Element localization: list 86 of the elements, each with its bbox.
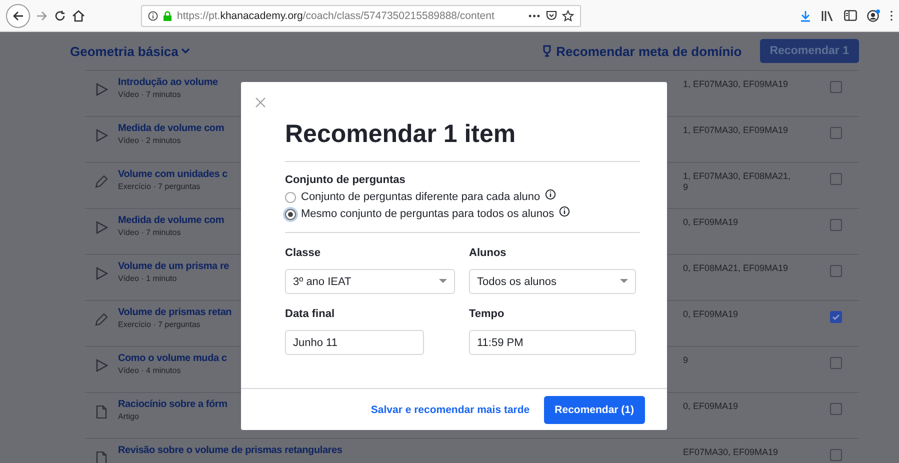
content-title[interactable]: Medida de volume com xyxy=(118,123,224,134)
star-icon[interactable] xyxy=(562,10,574,22)
recommend-submit-button[interactable]: Recomendar (1) xyxy=(544,396,645,424)
input-field[interactable]: Junho 11 xyxy=(285,330,424,355)
reload-icon[interactable] xyxy=(54,10,66,22)
standards-text: EF07MA30, EF09MA19 xyxy=(683,447,778,458)
checkmark-icon xyxy=(831,312,841,322)
play-icon xyxy=(96,221,108,234)
standards-text: 0, EF09MA19 xyxy=(683,309,738,320)
select-field[interactable]: Todos os alunos xyxy=(469,269,636,294)
row-checkbox[interactable] xyxy=(830,81,842,93)
field-label: Conjunto de perguntas xyxy=(285,174,406,186)
radio-option[interactable]: Conjunto de perguntas diferente para cada aluno xyxy=(285,191,540,203)
dialog-title: Recomendar 1 item xyxy=(285,120,640,162)
row-checkbox[interactable] xyxy=(830,357,842,369)
row-checkbox[interactable] xyxy=(830,403,842,415)
pencil-icon xyxy=(95,175,108,188)
lock-icon xyxy=(163,10,172,20)
radio-option[interactable]: Mesmo conjunto de perguntas para todos os alunos xyxy=(285,208,554,220)
content-title[interactable]: Revisão sobre o volume de prismas retangulares xyxy=(118,445,342,456)
chevron-down-icon xyxy=(181,48,190,54)
field-label: Alunos xyxy=(469,247,508,259)
menu-icon[interactable] xyxy=(890,10,893,22)
input-field[interactable]: 11:59 PM xyxy=(469,330,636,355)
caret-down-icon xyxy=(439,279,447,284)
row-checkbox[interactable] xyxy=(830,311,842,323)
download-icon[interactable] xyxy=(800,10,811,22)
play-icon xyxy=(96,129,108,142)
url-text: https://pt.khanacademy.org/coach/class/5747350215589888/content xyxy=(177,10,496,22)
home-icon[interactable] xyxy=(72,10,85,22)
content-meta: Vídeo · 4 minutos xyxy=(118,366,182,375)
arrow-left-icon xyxy=(12,10,24,22)
content-title[interactable]: Como o volume muda c xyxy=(118,353,227,364)
field-label: Data final xyxy=(285,308,336,320)
pencil-icon xyxy=(95,313,108,326)
play-icon xyxy=(96,359,108,372)
sidebar-icon[interactable] xyxy=(844,10,857,21)
caret-down-icon xyxy=(620,279,628,284)
info-icon[interactable] xyxy=(148,10,158,20)
recommend-goal-link[interactable]: Recomendar meta de domínio xyxy=(542,44,742,58)
standards-text: 0, EF08MA21, EF09MA19 xyxy=(683,263,788,274)
content-title[interactable]: Volume de um prisma re xyxy=(118,261,230,272)
row-checkbox[interactable] xyxy=(830,265,842,277)
content-title[interactable]: Volume com unidades c xyxy=(118,169,228,180)
document-icon xyxy=(96,451,107,463)
info-icon[interactable] xyxy=(559,206,570,217)
standards-text: 0, EF09MA19 xyxy=(683,401,738,412)
pocket-icon[interactable] xyxy=(546,10,557,21)
content-title[interactable]: Volume de prismas retan xyxy=(118,307,232,318)
address-bar[interactable]: https://pt.khanacademy.org/coach/class/5747350215589888/content ••• xyxy=(141,4,581,26)
page-actions-menu[interactable]: ••• xyxy=(528,10,541,20)
recommend-button[interactable]: Recomendar 1 xyxy=(760,39,859,63)
standards-text: 1, EF07MA30, EF09MA19 xyxy=(683,79,788,90)
forward-icon[interactable] xyxy=(36,10,48,22)
standards-text: 1, EF07MA30, EF08MA21, xyxy=(683,171,791,182)
content-meta: Vídeo · 1 minuto xyxy=(118,274,178,283)
standards-text: 9 xyxy=(683,182,690,193)
trophy-icon xyxy=(542,45,552,57)
standards-text: 9 xyxy=(683,355,688,366)
save-later-link[interactable]: Salvar e recomendar mais tarde xyxy=(370,404,530,416)
standards-text: 0, EF09MA19 xyxy=(683,217,738,228)
select-field[interactable]: 3º ano IEAT xyxy=(285,269,455,294)
account-icon[interactable] xyxy=(867,9,880,22)
row-checkbox[interactable] xyxy=(830,219,842,231)
content-title[interactable]: Raciocínio sobre a fórm xyxy=(118,399,228,410)
row-checkbox[interactable] xyxy=(830,173,842,185)
content-meta: Artigo xyxy=(118,412,140,421)
content-title[interactable]: Introdução ao volume xyxy=(118,77,218,88)
content-meta: Vídeo · 7 minutos xyxy=(118,90,182,99)
row-checkbox[interactable] xyxy=(830,127,842,139)
content-title[interactable]: Medida de volume com xyxy=(118,215,224,226)
content-meta: Exercício · 7 perguntas xyxy=(118,320,202,329)
content-meta: Vídeo · 7 minutos xyxy=(118,228,182,237)
back-button[interactable] xyxy=(6,4,30,28)
play-icon xyxy=(96,267,108,280)
standards-text: 1, EF07MA30, EF09MA19 xyxy=(683,125,788,136)
content-meta: Exercício · 7 perguntas xyxy=(118,182,202,191)
row-checkbox[interactable] xyxy=(830,449,842,461)
field-label: Tempo xyxy=(469,308,506,320)
info-icon[interactable] xyxy=(545,189,556,200)
play-icon xyxy=(96,83,108,96)
document-icon xyxy=(96,405,107,419)
content-meta: Vídeo · 2 minutos xyxy=(118,136,182,145)
library-icon[interactable] xyxy=(821,10,834,22)
course-dropdown[interactable]: Geometria básica xyxy=(70,44,190,58)
field-label: Classe xyxy=(285,247,322,259)
